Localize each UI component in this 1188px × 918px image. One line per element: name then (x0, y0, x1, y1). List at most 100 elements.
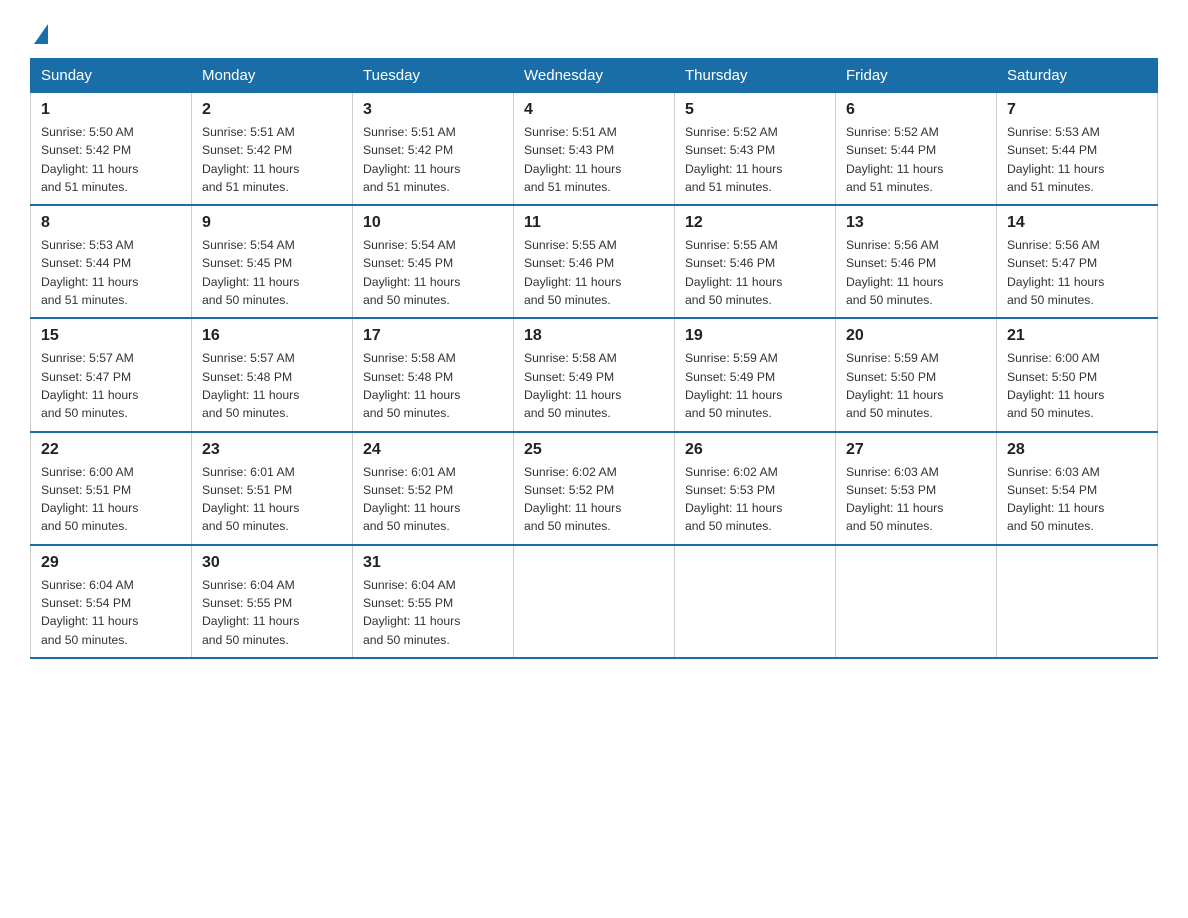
calendar-cell: 16 Sunrise: 5:57 AMSunset: 5:48 PMDaylig… (192, 318, 353, 431)
calendar-cell: 23 Sunrise: 6:01 AMSunset: 5:51 PMDaylig… (192, 432, 353, 545)
calendar-cell: 11 Sunrise: 5:55 AMSunset: 5:46 PMDaylig… (514, 205, 675, 318)
day-info: Sunrise: 6:01 AMSunset: 5:51 PMDaylight:… (202, 463, 342, 536)
calendar-cell (514, 545, 675, 658)
day-number: 15 (41, 327, 181, 345)
day-info: Sunrise: 6:04 AMSunset: 5:55 PMDaylight:… (363, 576, 503, 649)
day-number: 28 (1007, 441, 1147, 459)
calendar-cell: 15 Sunrise: 5:57 AMSunset: 5:47 PMDaylig… (31, 318, 192, 431)
day-info: Sunrise: 6:03 AMSunset: 5:54 PMDaylight:… (1007, 463, 1147, 536)
calendar-cell: 19 Sunrise: 5:59 AMSunset: 5:49 PMDaylig… (675, 318, 836, 431)
calendar-cell: 29 Sunrise: 6:04 AMSunset: 5:54 PMDaylig… (31, 545, 192, 658)
day-info: Sunrise: 5:55 AMSunset: 5:46 PMDaylight:… (524, 236, 664, 309)
day-number: 3 (363, 101, 503, 119)
header-row: SundayMondayTuesdayWednesdayThursdayFrid… (31, 59, 1158, 93)
calendar-cell: 22 Sunrise: 6:00 AMSunset: 5:51 PMDaylig… (31, 432, 192, 545)
day-info: Sunrise: 6:00 AMSunset: 5:51 PMDaylight:… (41, 463, 181, 536)
calendar-cell: 5 Sunrise: 5:52 AMSunset: 5:43 PMDayligh… (675, 93, 836, 206)
day-number: 29 (41, 554, 181, 572)
day-number: 16 (202, 327, 342, 345)
day-info: Sunrise: 6:03 AMSunset: 5:53 PMDaylight:… (846, 463, 986, 536)
week-row-4: 22 Sunrise: 6:00 AMSunset: 5:51 PMDaylig… (31, 432, 1158, 545)
day-info: Sunrise: 5:51 AMSunset: 5:42 PMDaylight:… (363, 123, 503, 196)
day-info: Sunrise: 5:52 AMSunset: 5:43 PMDaylight:… (685, 123, 825, 196)
day-number: 8 (41, 214, 181, 232)
day-info: Sunrise: 5:57 AMSunset: 5:47 PMDaylight:… (41, 349, 181, 422)
week-row-5: 29 Sunrise: 6:04 AMSunset: 5:54 PMDaylig… (31, 545, 1158, 658)
day-number: 11 (524, 214, 664, 232)
calendar-cell: 12 Sunrise: 5:55 AMSunset: 5:46 PMDaylig… (675, 205, 836, 318)
day-number: 9 (202, 214, 342, 232)
day-number: 30 (202, 554, 342, 572)
day-info: Sunrise: 5:53 AMSunset: 5:44 PMDaylight:… (41, 236, 181, 309)
day-number: 1 (41, 101, 181, 119)
week-row-1: 1 Sunrise: 5:50 AMSunset: 5:42 PMDayligh… (31, 93, 1158, 206)
day-number: 24 (363, 441, 503, 459)
day-number: 22 (41, 441, 181, 459)
header-sunday: Sunday (31, 59, 192, 93)
calendar-cell: 13 Sunrise: 5:56 AMSunset: 5:46 PMDaylig… (836, 205, 997, 318)
day-number: 27 (846, 441, 986, 459)
calendar-cell: 8 Sunrise: 5:53 AMSunset: 5:44 PMDayligh… (31, 205, 192, 318)
calendar-cell: 14 Sunrise: 5:56 AMSunset: 5:47 PMDaylig… (997, 205, 1158, 318)
header-thursday: Thursday (675, 59, 836, 93)
day-number: 17 (363, 327, 503, 345)
day-info: Sunrise: 5:51 AMSunset: 5:42 PMDaylight:… (202, 123, 342, 196)
day-info: Sunrise: 5:53 AMSunset: 5:44 PMDaylight:… (1007, 123, 1147, 196)
day-info: Sunrise: 6:02 AMSunset: 5:52 PMDaylight:… (524, 463, 664, 536)
calendar-cell: 25 Sunrise: 6:02 AMSunset: 5:52 PMDaylig… (514, 432, 675, 545)
week-row-3: 15 Sunrise: 5:57 AMSunset: 5:47 PMDaylig… (31, 318, 1158, 431)
day-info: Sunrise: 5:59 AMSunset: 5:49 PMDaylight:… (685, 349, 825, 422)
calendar-cell: 2 Sunrise: 5:51 AMSunset: 5:42 PMDayligh… (192, 93, 353, 206)
calendar-table: SundayMondayTuesdayWednesdayThursdayFrid… (30, 58, 1158, 659)
header-tuesday: Tuesday (353, 59, 514, 93)
calendar-cell: 7 Sunrise: 5:53 AMSunset: 5:44 PMDayligh… (997, 93, 1158, 206)
day-info: Sunrise: 5:51 AMSunset: 5:43 PMDaylight:… (524, 123, 664, 196)
day-info: Sunrise: 6:02 AMSunset: 5:53 PMDaylight:… (685, 463, 825, 536)
day-number: 6 (846, 101, 986, 119)
calendar-cell: 9 Sunrise: 5:54 AMSunset: 5:45 PMDayligh… (192, 205, 353, 318)
day-number: 2 (202, 101, 342, 119)
calendar-cell (675, 545, 836, 658)
day-number: 20 (846, 327, 986, 345)
page-header (30, 20, 1158, 40)
day-info: Sunrise: 6:04 AMSunset: 5:54 PMDaylight:… (41, 576, 181, 649)
calendar-cell: 21 Sunrise: 6:00 AMSunset: 5:50 PMDaylig… (997, 318, 1158, 431)
day-number: 12 (685, 214, 825, 232)
day-info: Sunrise: 5:52 AMSunset: 5:44 PMDaylight:… (846, 123, 986, 196)
calendar-cell: 20 Sunrise: 5:59 AMSunset: 5:50 PMDaylig… (836, 318, 997, 431)
calendar-cell: 17 Sunrise: 5:58 AMSunset: 5:48 PMDaylig… (353, 318, 514, 431)
calendar-cell: 18 Sunrise: 5:58 AMSunset: 5:49 PMDaylig… (514, 318, 675, 431)
calendar-cell: 27 Sunrise: 6:03 AMSunset: 5:53 PMDaylig… (836, 432, 997, 545)
week-row-2: 8 Sunrise: 5:53 AMSunset: 5:44 PMDayligh… (31, 205, 1158, 318)
day-number: 23 (202, 441, 342, 459)
calendar-cell: 3 Sunrise: 5:51 AMSunset: 5:42 PMDayligh… (353, 93, 514, 206)
day-info: Sunrise: 5:58 AMSunset: 5:48 PMDaylight:… (363, 349, 503, 422)
day-info: Sunrise: 5:54 AMSunset: 5:45 PMDaylight:… (202, 236, 342, 309)
day-info: Sunrise: 6:00 AMSunset: 5:50 PMDaylight:… (1007, 349, 1147, 422)
calendar-cell: 24 Sunrise: 6:01 AMSunset: 5:52 PMDaylig… (353, 432, 514, 545)
day-info: Sunrise: 5:59 AMSunset: 5:50 PMDaylight:… (846, 349, 986, 422)
calendar-cell: 10 Sunrise: 5:54 AMSunset: 5:45 PMDaylig… (353, 205, 514, 318)
day-info: Sunrise: 5:56 AMSunset: 5:46 PMDaylight:… (846, 236, 986, 309)
day-number: 21 (1007, 327, 1147, 345)
calendar-cell (836, 545, 997, 658)
day-info: Sunrise: 5:54 AMSunset: 5:45 PMDaylight:… (363, 236, 503, 309)
header-friday: Friday (836, 59, 997, 93)
calendar-cell: 28 Sunrise: 6:03 AMSunset: 5:54 PMDaylig… (997, 432, 1158, 545)
day-info: Sunrise: 5:56 AMSunset: 5:47 PMDaylight:… (1007, 236, 1147, 309)
day-number: 19 (685, 327, 825, 345)
day-number: 14 (1007, 214, 1147, 232)
day-number: 4 (524, 101, 664, 119)
calendar-cell: 6 Sunrise: 5:52 AMSunset: 5:44 PMDayligh… (836, 93, 997, 206)
day-number: 18 (524, 327, 664, 345)
day-number: 31 (363, 554, 503, 572)
header-wednesday: Wednesday (514, 59, 675, 93)
day-info: Sunrise: 5:55 AMSunset: 5:46 PMDaylight:… (685, 236, 825, 309)
header-monday: Monday (192, 59, 353, 93)
calendar-cell: 26 Sunrise: 6:02 AMSunset: 5:53 PMDaylig… (675, 432, 836, 545)
header-saturday: Saturday (997, 59, 1158, 93)
calendar-cell: 4 Sunrise: 5:51 AMSunset: 5:43 PMDayligh… (514, 93, 675, 206)
day-info: Sunrise: 5:58 AMSunset: 5:49 PMDaylight:… (524, 349, 664, 422)
day-number: 26 (685, 441, 825, 459)
day-number: 13 (846, 214, 986, 232)
